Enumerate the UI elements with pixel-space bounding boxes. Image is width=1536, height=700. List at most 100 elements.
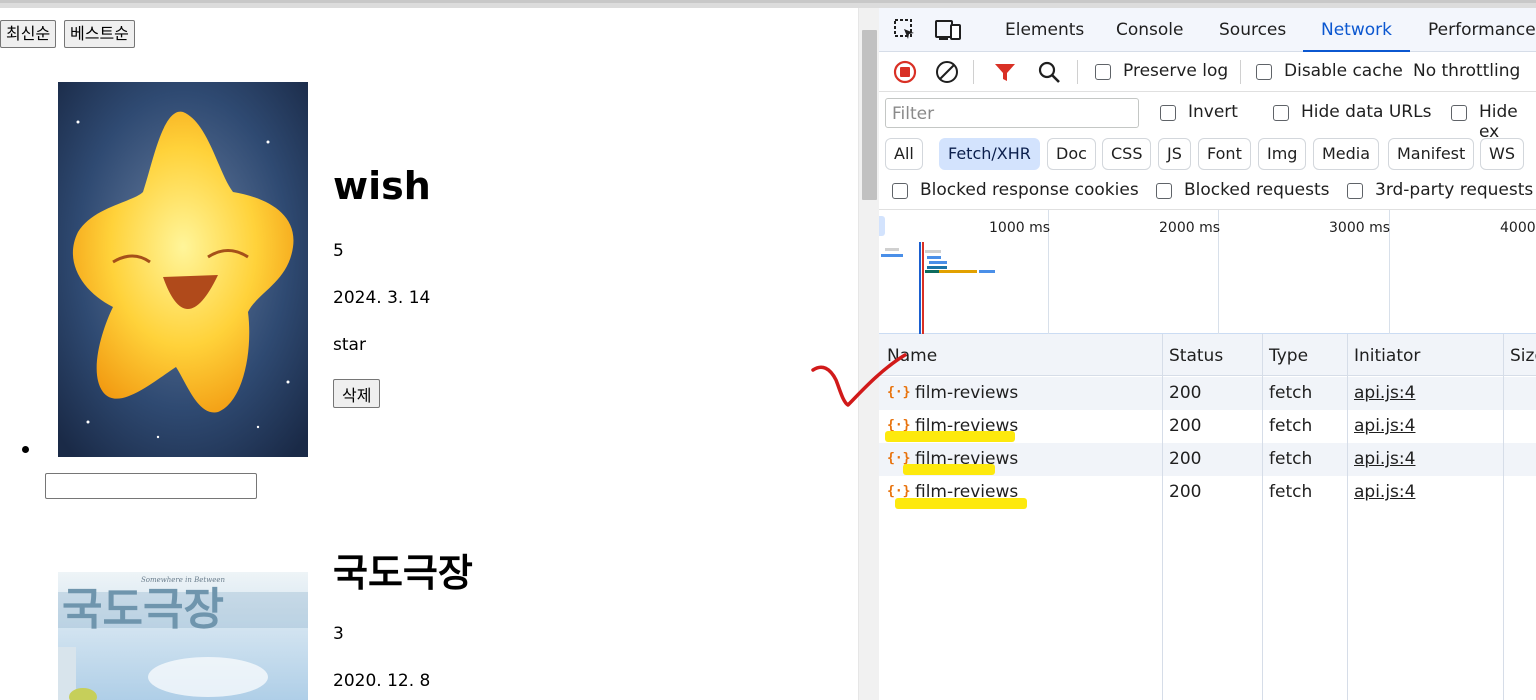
disable-cache-checkbox[interactable]	[1256, 64, 1272, 80]
stop-recording-icon[interactable]	[893, 60, 917, 84]
timeline-bar	[939, 270, 977, 273]
search-icon[interactable]	[1037, 60, 1061, 84]
request-initiator-link[interactable]: api.js:4	[1354, 482, 1415, 502]
timeline-bar	[927, 266, 947, 269]
browser-top-edge-inner	[0, 0, 1536, 3]
timeline-bar	[881, 254, 903, 257]
movie-rating: 3	[333, 624, 344, 644]
request-initiator-link[interactable]: api.js:4	[1354, 449, 1415, 469]
throttling-select[interactable]: No throttling	[1413, 61, 1520, 81]
filter-input[interactable]: Filter	[885, 98, 1139, 128]
blocked-cookies-checkbox[interactable]	[892, 183, 908, 199]
movie-date: 2020. 12. 8	[333, 671, 431, 691]
list-bullet	[22, 446, 29, 453]
type-ws[interactable]: WS	[1480, 138, 1524, 170]
checkmark-annotation	[811, 353, 907, 407]
device-toolbar-icon[interactable]	[934, 18, 962, 42]
scrollbar-thumb[interactable]	[862, 30, 877, 200]
type-fetch-xhr[interactable]: Fetch/XHR	[939, 138, 1040, 170]
blocked-cookies-label: Blocked response cookies	[920, 180, 1139, 200]
requests-table-header: Name Status Type Initiator Size	[879, 334, 1536, 376]
sort-best-button[interactable]: 베스트순	[64, 20, 135, 48]
column-divider	[1347, 334, 1348, 700]
column-size[interactable]: Size	[1510, 346, 1536, 366]
filter-icon[interactable]	[993, 60, 1017, 84]
toolbar-separator	[973, 60, 974, 84]
delete-button[interactable]: 삭제	[333, 379, 381, 408]
type-doc[interactable]: Doc	[1047, 138, 1096, 170]
toolbar-separator	[1077, 60, 1078, 84]
type-all[interactable]: All	[885, 138, 923, 170]
timeline-bar	[925, 270, 939, 273]
timeline-handle[interactable]	[879, 216, 885, 236]
request-status: 200	[1169, 416, 1202, 436]
highlight-mark	[885, 431, 1015, 442]
preserve-log-label: Preserve log	[1123, 61, 1229, 81]
request-type: fetch	[1269, 449, 1313, 469]
request-status: 200	[1169, 449, 1202, 469]
request-type: fetch	[1269, 416, 1313, 436]
sort-latest-button[interactable]: 최신순	[0, 20, 57, 48]
highlight-mark	[903, 464, 995, 475]
column-divider	[1262, 334, 1263, 700]
column-divider	[1503, 334, 1504, 700]
review-edit-input[interactable]	[45, 473, 257, 499]
type-manifest[interactable]: Manifest	[1388, 138, 1475, 170]
timeline-tick: 2000 ms	[1159, 220, 1221, 236]
preserve-log-checkbox[interactable]	[1095, 64, 1111, 80]
filter-row: Filter Invert Hide data URLs Hide ex	[879, 92, 1536, 142]
tab-elements[interactable]: Elements	[1005, 8, 1084, 52]
column-type[interactable]: Type	[1269, 346, 1308, 366]
type-img[interactable]: Img	[1258, 138, 1307, 170]
type-css[interactable]: CSS	[1102, 138, 1152, 170]
hide-extension-checkbox[interactable]	[1451, 105, 1467, 121]
web-page: 최신순 베스트순 wish 5 2024. 3. 14 star 삭제 Some…	[0, 8, 858, 700]
blocked-requests-label: Blocked requests	[1184, 180, 1330, 200]
request-initiator-link[interactable]: api.js:4	[1354, 383, 1415, 403]
movie-title: 국도극장	[333, 551, 473, 595]
timeline-tick: 3000 ms	[1329, 220, 1391, 236]
type-font[interactable]: Font	[1198, 138, 1251, 170]
movie-poster-wish	[58, 82, 308, 457]
timeline-tick: 4000	[1500, 220, 1536, 236]
request-type: fetch	[1269, 383, 1313, 403]
poster-subtitle: Somewhere in Between	[141, 576, 225, 584]
load-event-line	[922, 242, 924, 334]
hide-data-urls-checkbox[interactable]	[1273, 105, 1289, 121]
timeline-bar	[927, 256, 941, 259]
request-status: 200	[1169, 482, 1202, 502]
type-media[interactable]: Media	[1313, 138, 1380, 170]
movie-comment: star	[333, 335, 366, 355]
column-initiator[interactable]: Initiator	[1354, 346, 1420, 366]
inspect-element-icon[interactable]	[893, 18, 917, 42]
table-row[interactable]: {·} film-reviews 200 fetch api.js:4	[879, 377, 1536, 410]
network-overview-timeline[interactable]: 1000 ms 2000 ms 3000 ms 4000	[879, 210, 1536, 334]
column-status[interactable]: Status	[1169, 346, 1223, 366]
timeline-bar	[885, 248, 899, 251]
tab-performance[interactable]: Performance	[1428, 8, 1536, 52]
third-party-label: 3rd-party requests	[1375, 180, 1534, 200]
devtools-tab-bar: Elements Console Sources Network Perform…	[879, 8, 1536, 52]
tab-console[interactable]: Console	[1116, 8, 1184, 52]
tab-sources[interactable]: Sources	[1219, 8, 1286, 52]
timeline-bar	[979, 270, 995, 273]
clear-icon[interactable]	[935, 60, 959, 84]
movie-date: 2024. 3. 14	[333, 288, 431, 308]
blocked-requests-checkbox[interactable]	[1156, 183, 1172, 199]
toolbar-separator	[1240, 60, 1241, 84]
type-js[interactable]: JS	[1158, 138, 1191, 170]
network-toolbar: Preserve log Disable cache No throttling	[879, 52, 1536, 92]
fetch-request-icon: {·}	[887, 484, 911, 499]
request-initiator-link[interactable]: api.js:4	[1354, 416, 1415, 436]
disable-cache-label: Disable cache	[1284, 61, 1403, 81]
movie-rating: 5	[333, 241, 344, 261]
blocked-filters-row: Blocked response cookies Blocked request…	[879, 174, 1536, 210]
movie-title: wish	[333, 164, 431, 208]
hide-data-urls-label: Hide data URLs	[1301, 102, 1432, 122]
highlight-mark	[895, 498, 1027, 509]
third-party-checkbox[interactable]	[1347, 183, 1363, 199]
timeline-tick: 1000 ms	[989, 220, 1051, 236]
invert-label: Invert	[1188, 102, 1238, 122]
tab-network[interactable]: Network	[1303, 8, 1410, 52]
invert-checkbox[interactable]	[1160, 105, 1176, 121]
